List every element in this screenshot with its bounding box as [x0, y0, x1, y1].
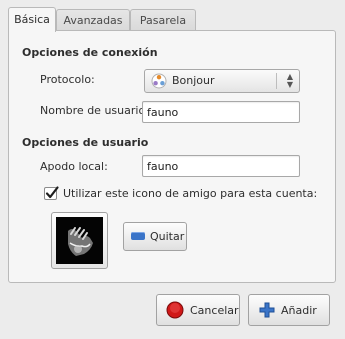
- tab-basica[interactable]: Básica: [8, 7, 56, 32]
- alias-label: Apodo local:: [40, 160, 108, 173]
- alias-field[interactable]: [142, 155, 300, 177]
- user-section-title: Opciones de usuario: [22, 136, 149, 149]
- add-button-label: Añadir: [281, 304, 317, 317]
- username-field[interactable]: [142, 101, 300, 123]
- buddy-icon-button[interactable]: [51, 212, 108, 269]
- cancel-button[interactable]: Cancelar: [156, 294, 240, 326]
- cancel-button-label: Cancelar: [190, 304, 239, 317]
- remove-icon-button[interactable]: Quitar: [123, 222, 187, 251]
- remove-icon: [131, 232, 145, 240]
- remove-button-label: Quitar: [150, 230, 185, 243]
- add-button[interactable]: Añadir: [248, 294, 330, 326]
- connection-section-title: Opciones de conexión: [22, 46, 158, 59]
- tab-avanzadas[interactable]: Avanzadas: [56, 9, 130, 30]
- protocol-label: Protocolo:: [40, 73, 95, 86]
- bonjour-icon: [151, 73, 167, 89]
- protocol-value: Bonjour: [172, 74, 215, 87]
- tab-pasarela[interactable]: Pasarela: [130, 9, 196, 30]
- combo-separator: [276, 73, 277, 89]
- protocol-combo[interactable]: Bonjour ▲ ▼: [144, 69, 300, 93]
- buddy-icon-checkbox[interactable]: [44, 186, 59, 200]
- username-label: Nombre de usuario:: [40, 104, 149, 117]
- buddy-icon-image: [56, 217, 103, 264]
- combo-arrows-icon: ▲ ▼: [286, 72, 293, 89]
- add-icon: [258, 301, 276, 319]
- cancel-icon: [166, 301, 184, 319]
- buddy-icon-checkbox-label: Utilizar este icono de amigo para esta c…: [63, 187, 318, 200]
- checkmark-icon: [45, 186, 59, 199]
